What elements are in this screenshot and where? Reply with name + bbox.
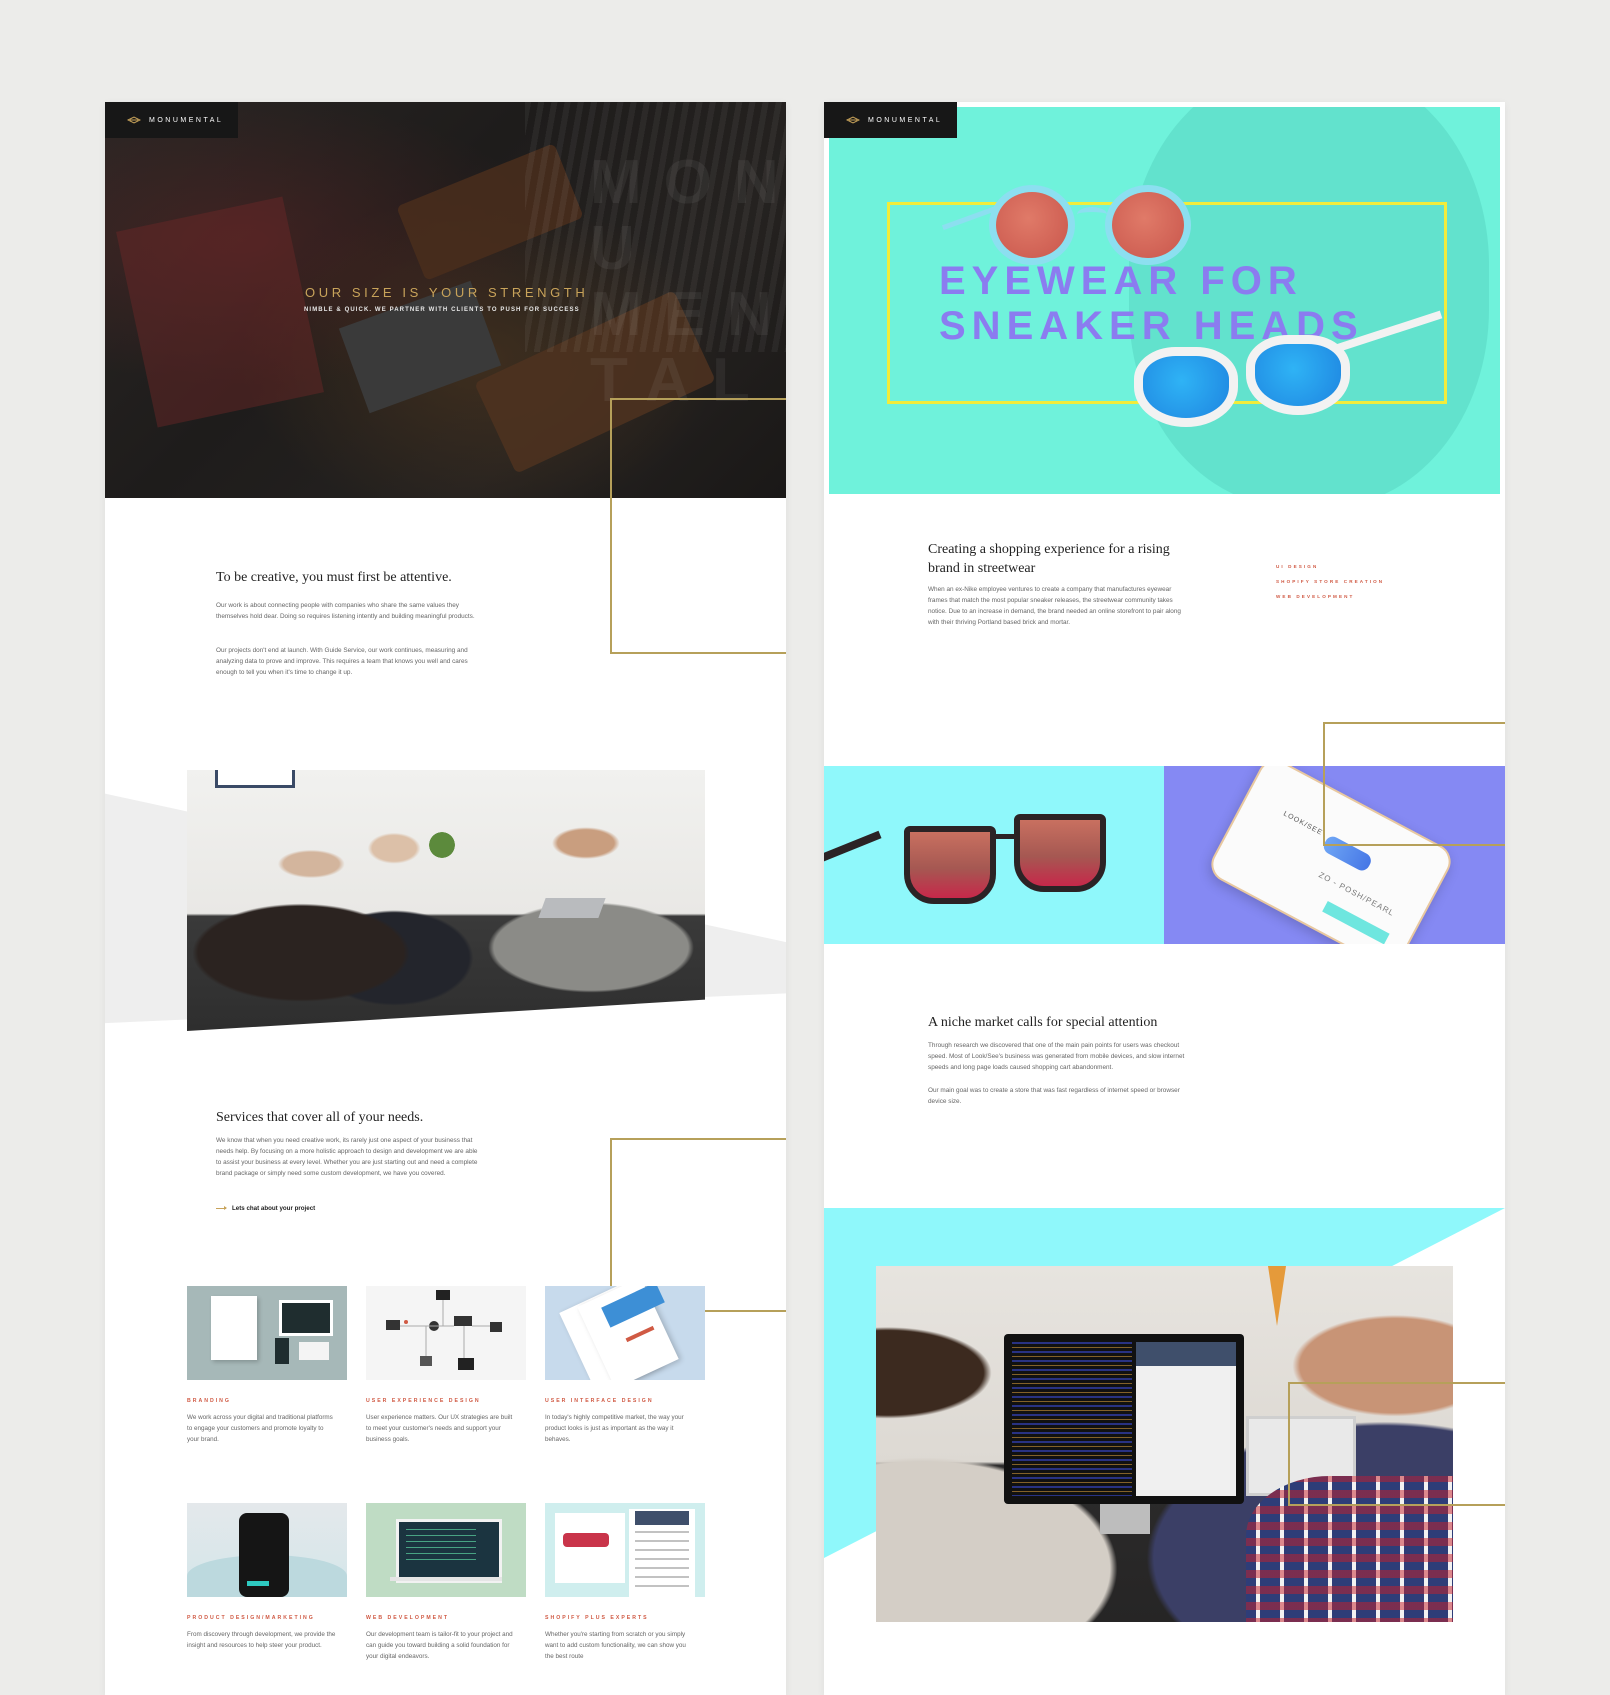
service-card-product-design[interactable]: PRODUCT DESIGN/MARKETING From discovery … (187, 1503, 347, 1651)
diamond-logo-icon (127, 116, 141, 124)
ui-thumbnail (545, 1286, 705, 1380)
gold-frame-decoration (1323, 722, 1505, 846)
logo-text: MONUMENTAL (149, 116, 224, 124)
card-description: Our development team is tailor-fit to yo… (366, 1631, 513, 1660)
service-card-branding[interactable]: BRANDING We work across your digital and… (187, 1286, 347, 1445)
gold-frame-decoration (1288, 1382, 1505, 1506)
niche-title: A niche market calls for special attenti… (928, 1015, 1158, 1030)
left-page-mockup: MON U MEN TAL OUR SIZE IS YOUR STRENGTH … (105, 102, 786, 1695)
card-title: SHOPIFY PLUS EXPERTS (545, 1615, 649, 1621)
rug-shape (116, 196, 324, 428)
niche-paragraph: Through research we discovered that one … (928, 1042, 1185, 1071)
watermark-line: U (590, 214, 657, 283)
service-card-ux[interactable]: USER EXPERIENCE DESIGN User experience m… (366, 1286, 526, 1445)
card-description: Whether you're starting from scratch or … (545, 1631, 686, 1660)
diamond-logo-icon (846, 116, 860, 124)
intro-title: To be creative, you must first be attent… (216, 570, 452, 585)
branding-thumbnail (187, 1286, 347, 1380)
niche-paragraph: Our main goal was to create a store that… (928, 1087, 1180, 1105)
laptop (538, 898, 606, 918)
shopify-thumbnail (545, 1503, 705, 1597)
team-photo (187, 770, 705, 1031)
intro-paragraph: Our work is about connecting people with… (216, 602, 475, 620)
intro-paragraph: Our projects don't end at launch. With G… (216, 647, 468, 676)
case-study-title: Creating a shopping experience for a ris… (928, 542, 1170, 576)
tag: UI DESIGN (1276, 564, 1319, 569)
card-title: BRANDING (187, 1398, 231, 1404)
wall-frame (215, 770, 295, 788)
web-dev-thumbnail (366, 1503, 526, 1597)
website-preview (1136, 1342, 1236, 1496)
product-image-panel (824, 766, 1164, 944)
pennant (1268, 1266, 1286, 1326)
gold-frame-decoration (610, 398, 786, 654)
watermark-line: MON (590, 148, 786, 217)
service-card-ui[interactable]: USER INTERFACE DESIGN In today's highly … (545, 1286, 705, 1445)
tag: WEB DEVELOPMENT (1276, 594, 1355, 599)
card-title: USER INTERFACE DESIGN (545, 1398, 654, 1404)
eyewear-hero: EYEWEAR FOR SNEAKER HEADS (829, 107, 1500, 494)
card-title: USER EXPERIENCE DESIGN (366, 1398, 481, 1404)
ux-thumbnail (366, 1286, 526, 1380)
tag: SHOPIFY STORE CREATION (1276, 579, 1385, 584)
hero-headline-line: EYEWEAR FOR (939, 259, 1303, 303)
monitor-stand (1100, 1504, 1150, 1534)
card-description: From discovery through development, we p… (187, 1631, 336, 1649)
card-title: WEB DEVELOPMENT (366, 1615, 450, 1621)
code-editor (1012, 1342, 1132, 1496)
logo[interactable]: MONUMENTAL (105, 102, 238, 138)
hero-watermark: MON U MEN TAL (590, 150, 786, 414)
right-page-mockup: EYEWEAR FOR SNEAKER HEADS MONUMENTAL Cre… (824, 102, 1505, 1695)
service-card-shopify[interactable]: SHOPIFY PLUS EXPERTS Whether you're star… (545, 1503, 705, 1662)
card-description: We work across your digital and traditio… (187, 1414, 333, 1443)
product-thumbnail (187, 1503, 347, 1597)
arrow-right-icon (216, 1206, 227, 1210)
card-description: User experience matters. Our UX strategi… (366, 1414, 513, 1443)
chat-link-label: Lets chat about your project (232, 1205, 316, 1212)
watermark-line: MEN (590, 280, 786, 349)
card-description: In today's highly competitive market, th… (545, 1414, 684, 1443)
phone-brand: LOOK/SEE (1282, 810, 1324, 837)
service-tags: UI DESIGN SHOPIFY STORE CREATION WEB DEV… (1276, 564, 1384, 609)
plant (422, 825, 462, 865)
table-shape (338, 280, 502, 414)
case-study-paragraph: When an ex-Nike employee ventures to cre… (928, 586, 1181, 626)
monitor (1004, 1334, 1244, 1504)
hero-subtitle: NIMBLE & QUICK. WE PARTNER WITH CLIENTS … (304, 307, 580, 313)
services-title: Services that cover all of your needs. (216, 1110, 424, 1125)
chat-link[interactable]: Lets chat about your project (216, 1205, 315, 1212)
hero-title: OUR SIZE IS YOUR STRENGTH (305, 285, 589, 300)
service-card-web-dev[interactable]: WEB DEVELOPMENT Our development team is … (366, 1503, 526, 1662)
services-paragraph: We know that when you need creative work… (216, 1137, 478, 1177)
card-title: PRODUCT DESIGN/MARKETING (187, 1615, 315, 1621)
logo[interactable]: MONUMENTAL (824, 102, 957, 138)
logo-text: MONUMENTAL (868, 116, 943, 124)
